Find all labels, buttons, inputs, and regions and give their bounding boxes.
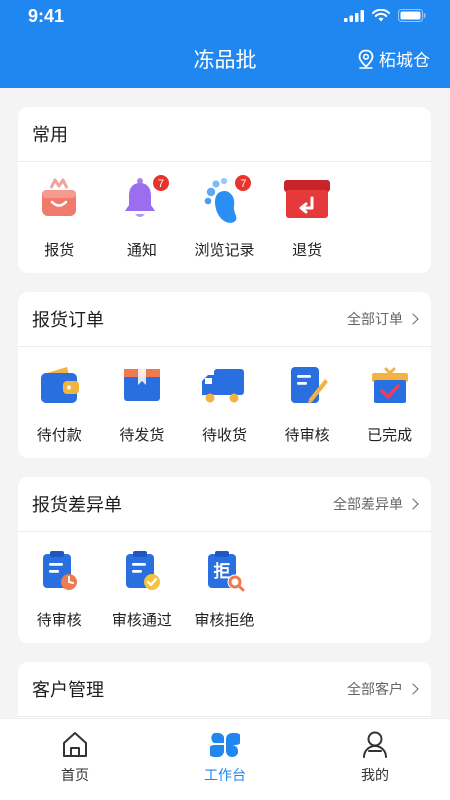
discrepancy-item-label: 待审核: [36, 611, 82, 629]
discrepancy-card: 报货差异单 全部差异单 待审核 审核通过 拒 审核拒绝: [18, 477, 431, 643]
discrepancy-card-title: 报货差异单: [32, 495, 122, 516]
all-orders-label: 全部订单: [347, 312, 403, 328]
discrepancy-item-pending-review[interactable]: 待审核: [18, 544, 101, 630]
location-pin-icon: [358, 49, 374, 69]
order-item-completed[interactable]: 已完成: [348, 359, 431, 445]
edit-document-icon: [291, 367, 329, 404]
common-card: 常用 报货 7 通知 7 浏览记录 退货: [18, 107, 431, 273]
home-icon: [63, 732, 87, 757]
bottom-tab-bar: 首页 工作台 我的: [0, 718, 450, 800]
discrepancy-item-approved[interactable]: 审核通过: [101, 544, 184, 630]
common-item-browse-history[interactable]: 7 浏览记录: [183, 174, 266, 260]
order-item-pending-review[interactable]: 待审核: [266, 359, 349, 445]
common-item-report-goods[interactable]: 报货: [18, 174, 101, 260]
location-selector[interactable]: 柘城仓: [357, 46, 430, 71]
all-discrepancy-label: 全部差异单: [333, 497, 403, 513]
common-item-label: 浏览记录: [194, 241, 255, 259]
discrepancy-item-rejected[interactable]: 拒 审核拒绝: [183, 544, 266, 630]
clipboard-clock-icon: [43, 551, 78, 590]
order-item-label: 待审核: [284, 426, 330, 444]
wallet-icon: [41, 367, 80, 403]
order-item-label: 已完成: [367, 426, 413, 444]
clipboard-reject-icon: 拒: [208, 551, 245, 592]
common-item-label: 通知: [126, 241, 157, 259]
chevron-right-icon: [407, 683, 419, 695]
orders-card-header: 报货订单 全部订单: [18, 292, 431, 347]
all-orders-link[interactable]: 全部订单: [347, 309, 419, 329]
status-time: 9:41: [28, 6, 65, 26]
common-card-header: 常用: [18, 107, 431, 162]
discrepancy-item-label: 审核通过: [111, 611, 172, 629]
reject-glyph: 拒: [214, 561, 231, 582]
profile-icon: [363, 731, 387, 758]
order-item-label: 待发货: [119, 426, 165, 444]
location-name: 柘城仓: [379, 51, 430, 71]
notification-badge: 7: [151, 174, 170, 192]
all-customers-link[interactable]: 全部客户: [347, 679, 419, 699]
shopping-basket-icon: [42, 178, 77, 216]
customers-card-title: 客户管理: [32, 680, 104, 701]
app-header: 9:41 冻品批 柘城仓: [0, 0, 450, 88]
order-item-pending-receipt[interactable]: 待收货: [183, 359, 266, 445]
tab-label: 首页: [61, 768, 89, 784]
tab-workbench[interactable]: 工作台: [150, 719, 300, 800]
chevron-right-icon: [407, 313, 419, 325]
return-box-icon: [284, 180, 331, 218]
gift-box-check-icon: [371, 367, 408, 403]
battery-icon: [398, 9, 426, 22]
tab-label: 工作台: [204, 768, 246, 784]
clipboard-check-icon: [125, 551, 160, 590]
all-discrepancy-link[interactable]: 全部差异单: [333, 494, 419, 514]
order-item-label: 待付款: [36, 426, 82, 444]
orders-card: 报货订单 全部订单 待付款 待发货 待收货 待审核 已完成: [18, 292, 431, 458]
common-item-label: 退货: [292, 241, 323, 259]
customers-card-header: 客户管理 全部客户: [18, 662, 431, 717]
all-customers-label: 全部客户: [347, 682, 403, 698]
order-item-label: 待收货: [201, 426, 247, 444]
common-item-notification[interactable]: 7 通知: [101, 174, 184, 260]
package-icon: [123, 369, 160, 401]
tab-profile[interactable]: 我的: [300, 719, 450, 800]
discrepancy-item-label: 审核拒绝: [194, 611, 255, 629]
order-item-pending-payment[interactable]: 待付款: [18, 359, 101, 445]
status-icons: [344, 9, 426, 22]
common-card-title: 常用: [32, 125, 68, 146]
wifi-icon: [372, 9, 390, 22]
order-item-pending-shipment[interactable]: 待发货: [101, 359, 184, 445]
tab-home[interactable]: 首页: [0, 719, 150, 800]
chevron-right-icon: [407, 498, 419, 510]
common-item-return-goods[interactable]: 退货: [266, 174, 349, 260]
orders-card-title: 报货订单: [32, 310, 104, 331]
truck-icon: [202, 369, 245, 403]
common-item-label: 报货: [44, 241, 75, 259]
discrepancy-card-header: 报货差异单 全部差异单: [18, 477, 431, 532]
signal-icon: [344, 9, 364, 22]
workbench-icon: [210, 732, 240, 758]
tab-label: 我的: [361, 768, 389, 784]
